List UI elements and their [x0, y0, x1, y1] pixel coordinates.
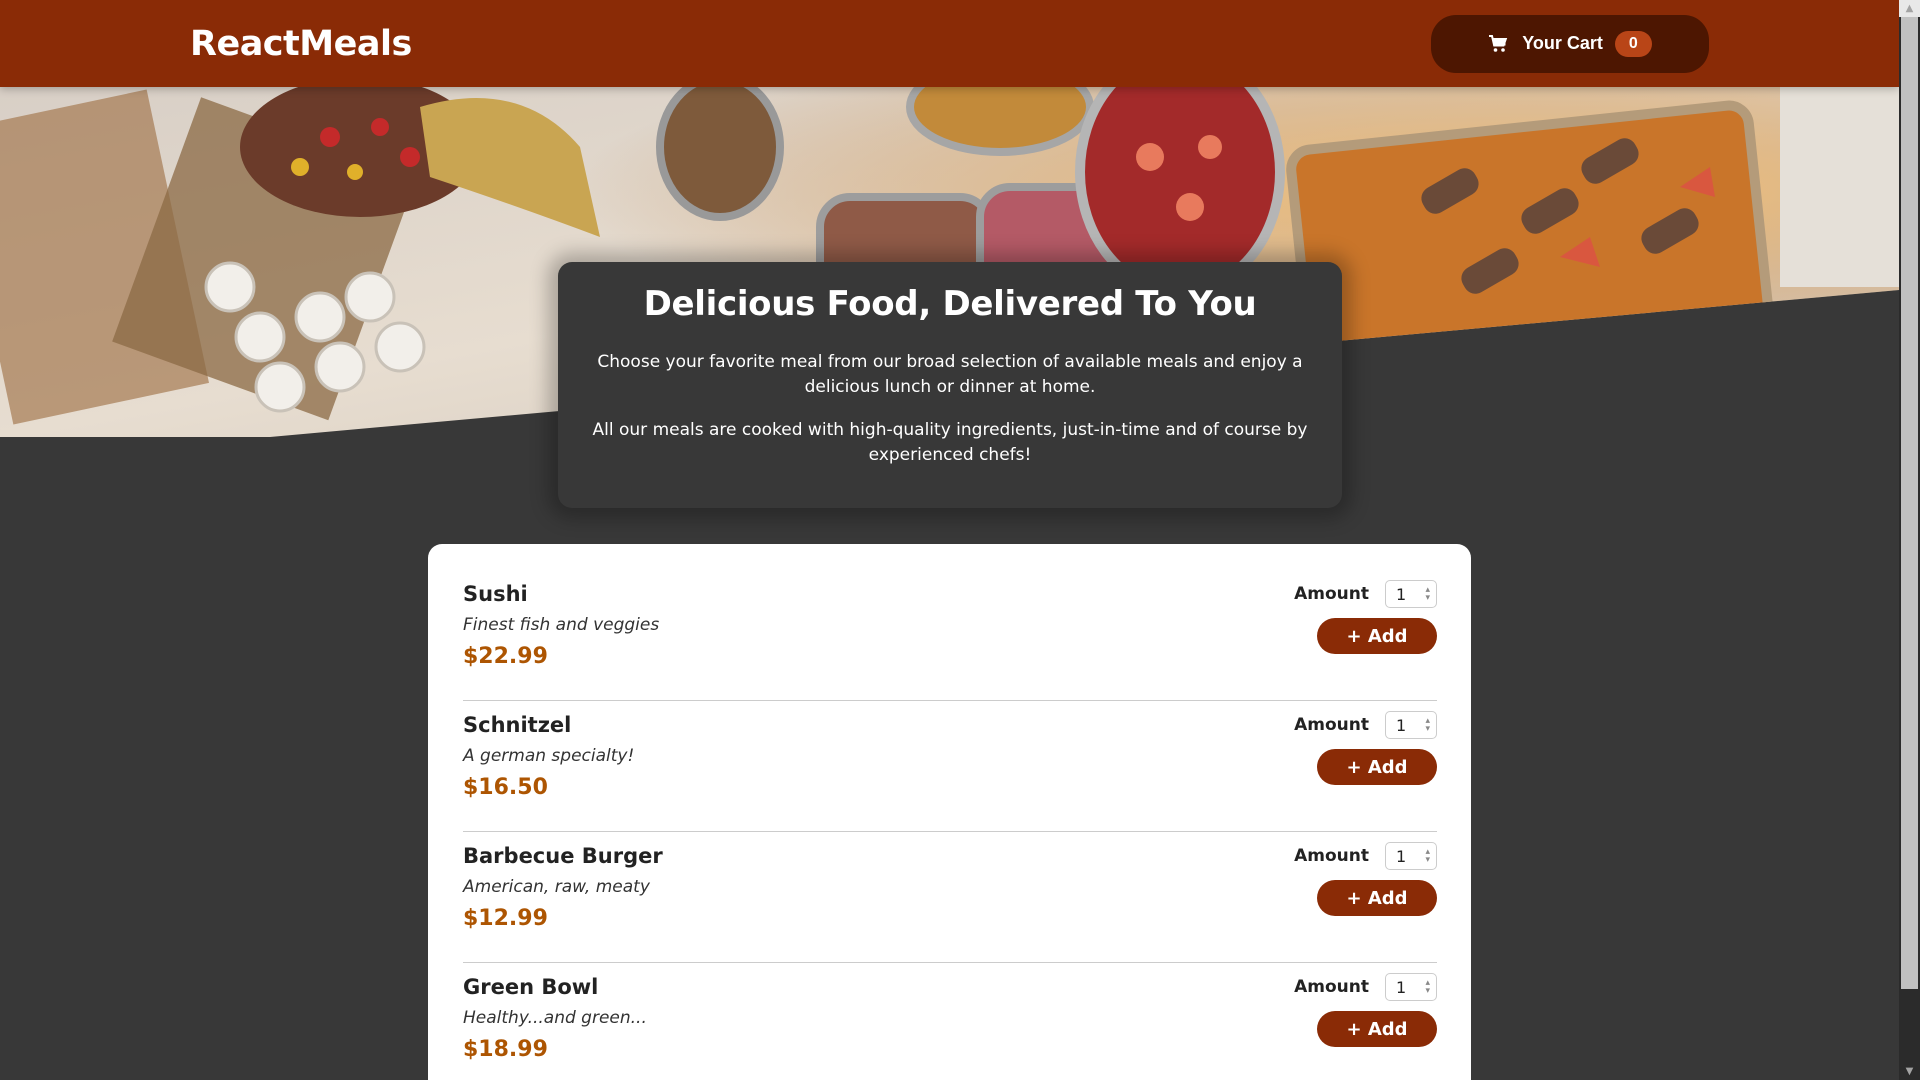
cart-count-badge: 0 [1614, 30, 1652, 57]
meal-item-green-bowl: Green Bowl Healthy...and green... $18.99… [463, 963, 1437, 1080]
brand-title: ReactMeals [190, 23, 412, 64]
meal-name: Sushi [463, 582, 528, 606]
amount-value: 1 [1396, 977, 1407, 997]
amount-label: Amount [1294, 715, 1369, 735]
chevron-up-icon[interactable]: ▲ [1899, 0, 1920, 17]
meal-description: Finest fish and veggies [463, 615, 660, 635]
amount-input[interactable]: 1 ▴ ▾ [1385, 580, 1437, 608]
amount-input[interactable]: 1 ▴ ▾ [1385, 711, 1437, 739]
add-button[interactable]: + Add [1317, 618, 1437, 654]
vertical-scrollbar[interactable]: ▲ ▼ [1899, 0, 1920, 1080]
meal-description: American, raw, meaty [463, 877, 650, 897]
summary-card: Delicious Food, Delivered To You Choose … [558, 262, 1342, 508]
meal-item-sushi: Sushi Finest fish and veggies $22.99 Amo… [463, 570, 1437, 701]
meal-name: Green Bowl [463, 975, 599, 999]
stepper-icon[interactable]: ▴ ▾ [1425, 979, 1430, 996]
stepper-icon[interactable]: ▴ ▾ [1425, 717, 1430, 734]
add-button[interactable]: + Add [1317, 880, 1437, 916]
meal-form: Amount 1 ▴ ▾ + Add [1294, 832, 1437, 962]
meal-form: Amount 1 ▴ ▾ + Add [1294, 570, 1437, 700]
meal-price: $18.99 [463, 1037, 548, 1062]
meal-item-barbecue-burger: Barbecue Burger American, raw, meaty $12… [463, 832, 1437, 963]
stepper-icon[interactable]: ▴ ▾ [1425, 848, 1430, 865]
amount-input[interactable]: 1 ▴ ▾ [1385, 973, 1437, 1001]
summary-paragraph-1: Choose your favorite meal from our broad… [597, 352, 1303, 397]
cart-button[interactable]: Your Cart 0 [1431, 14, 1709, 73]
meal-form: Amount 1 ▴ ▾ + Add [1294, 963, 1437, 1080]
main-header: ReactMeals Your Cart 0 [0, 0, 1899, 87]
meal-description: Healthy...and green... [463, 1008, 647, 1028]
meal-name: Schnitzel [463, 713, 572, 737]
summary-paragraph-2: All our meals are cooked with high-quali… [592, 420, 1308, 465]
page: ReactMeals Your Cart 0 Delicious Food, D… [0, 0, 1899, 1080]
cart-icon [1488, 33, 1510, 55]
chevron-down-icon[interactable]: ▼ [1899, 1063, 1920, 1080]
meal-price: $16.50 [463, 775, 548, 800]
add-button[interactable]: + Add [1317, 1011, 1437, 1047]
scroll-thumb[interactable] [1901, 17, 1918, 989]
amount-value: 1 [1396, 846, 1407, 866]
meal-description: A german specialty! [463, 746, 635, 766]
amount-label: Amount [1294, 584, 1369, 604]
cart-label: Your Cart [1522, 33, 1603, 53]
meal-price: $12.99 [463, 906, 548, 931]
amount-label: Amount [1294, 977, 1369, 997]
summary-title: Delicious Food, Delivered To You [643, 284, 1257, 324]
amount-input[interactable]: 1 ▴ ▾ [1385, 842, 1437, 870]
add-button[interactable]: + Add [1317, 749, 1437, 785]
stepper-icon[interactable]: ▴ ▾ [1425, 586, 1430, 603]
amount-label: Amount [1294, 846, 1369, 866]
meal-form: Amount 1 ▴ ▾ + Add [1294, 701, 1437, 831]
amount-value: 1 [1396, 584, 1407, 604]
meal-name: Barbecue Burger [463, 844, 663, 868]
meal-price: $22.99 [463, 644, 548, 669]
amount-value: 1 [1396, 715, 1407, 735]
meal-item-schnitzel: Schnitzel A german specialty! $16.50 Amo… [463, 701, 1437, 832]
meals-list: Sushi Finest fish and veggies $22.99 Amo… [428, 544, 1471, 1080]
